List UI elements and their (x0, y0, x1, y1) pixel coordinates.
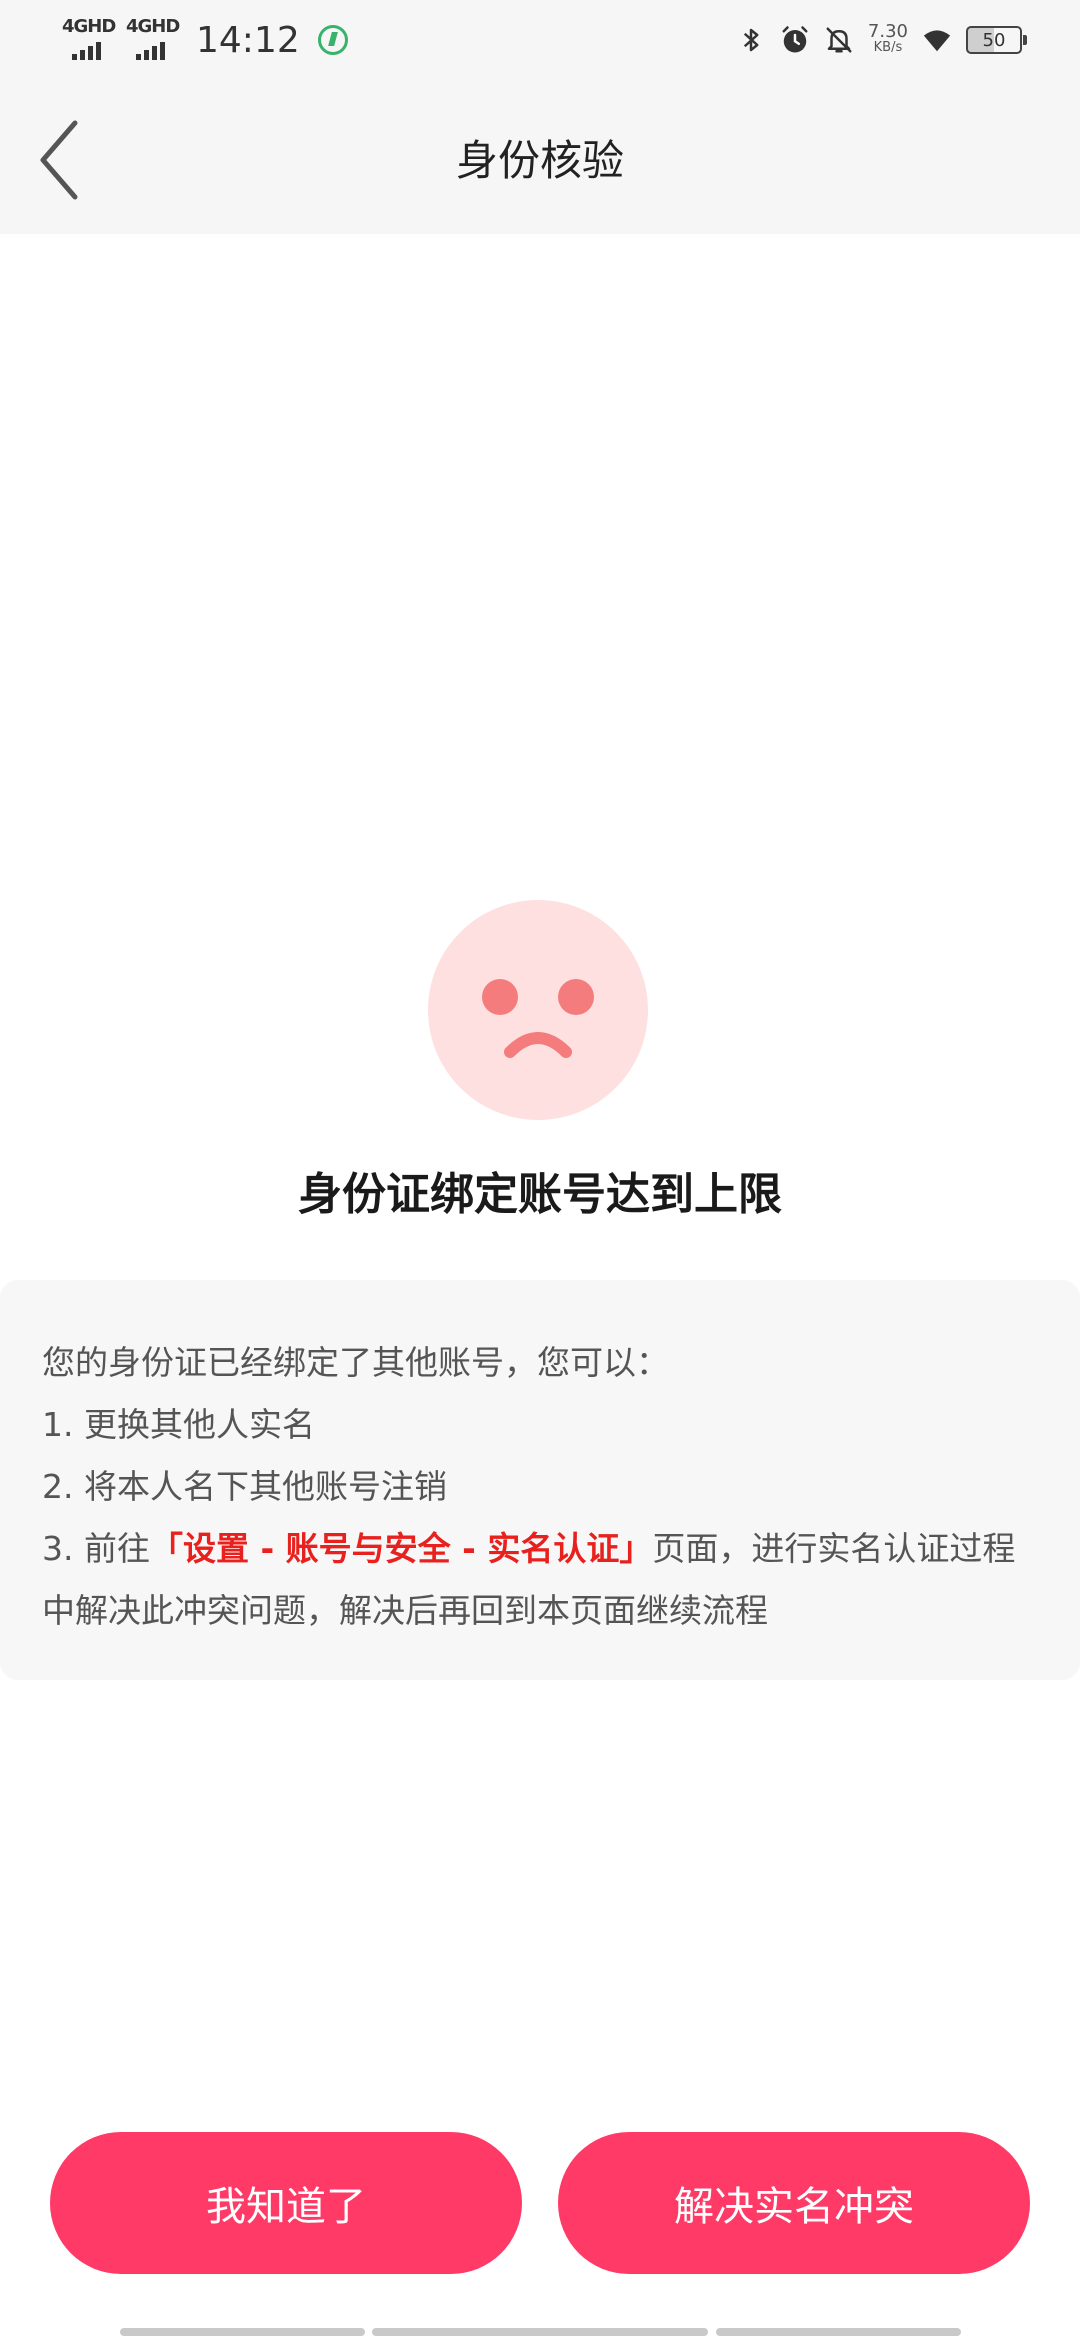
info-option-3-prefix: 3. 前往 (42, 1529, 150, 1568)
settings-path-link: 「设置 - 账号与安全 - 实名认证」 (149, 1529, 653, 1568)
info-option-1: 1. 更换其他人实名 (42, 1405, 315, 1444)
status-bar-right: 7.30 KB/s 50 (736, 0, 1027, 80)
power-saving-icon (317, 25, 348, 55)
sad-face-icon (428, 900, 648, 1120)
battery-level: 50 (982, 29, 1006, 51)
chevron-left-icon (40, 120, 78, 200)
bluetooth-icon (743, 28, 759, 52)
error-title: 身份证绑定账号达到上限 (298, 1169, 782, 1220)
status-time: 14:12 (196, 19, 300, 61)
back-button[interactable] (20, 110, 100, 210)
network-speed-unit: KB/s (873, 40, 903, 55)
bell-off-icon (826, 27, 852, 53)
identity-verification-page: 4GHD 4GHD 14:12 7.30 KB/s 50 身份核验 身份证绑定账… (0, 0, 1080, 2340)
info-option-3: 3. 前往「设置 - 账号与安全 - 实名认证」页面，进行实名认证过程中解决此冲… (42, 1518, 1038, 1642)
info-intro: 您的身份证已经绑定了其他账号，您可以： (42, 1343, 669, 1382)
signal-bars-icon (72, 42, 101, 60)
gesture-bar-home[interactable] (372, 2328, 708, 2336)
network-type-label: 4GHD (126, 16, 180, 37)
network-speed: 7.30 KB/s (867, 21, 908, 56)
battery-indicator: 50 (966, 26, 1027, 54)
network-type-label: 4GHD (62, 16, 116, 37)
alarm-icon (782, 26, 808, 53)
signal-bars-icon (136, 42, 165, 60)
resolve-conflict-button[interactable]: 解决实名冲突 (558, 2132, 1030, 2274)
status-bar: 4GHD 4GHD 14:12 7.30 KB/s 50 (0, 0, 1080, 80)
acknowledge-button[interactable]: 我知道了 (50, 2132, 522, 2274)
status-bar-left: 4GHD 4GHD 14:12 (62, 0, 348, 80)
network-speed-value: 7.30 (867, 21, 908, 42)
app-header: 身份核验 (0, 80, 1080, 234)
wifi-icon (923, 30, 951, 52)
info-card: 您的身份证已经绑定了其他账号，您可以： 1. 更换其他人实名 2. 将本人名下其… (0, 1280, 1080, 1680)
signal-indicator-2: 4GHD (126, 16, 180, 62)
info-option-2: 2. 将本人名下其他账号注销 (42, 1467, 447, 1506)
page-title: 身份核验 (455, 135, 624, 185)
gesture-bar-right[interactable] (716, 2328, 961, 2336)
signal-indicator-1: 4GHD (62, 16, 116, 62)
gesture-bar-left[interactable] (120, 2328, 365, 2336)
